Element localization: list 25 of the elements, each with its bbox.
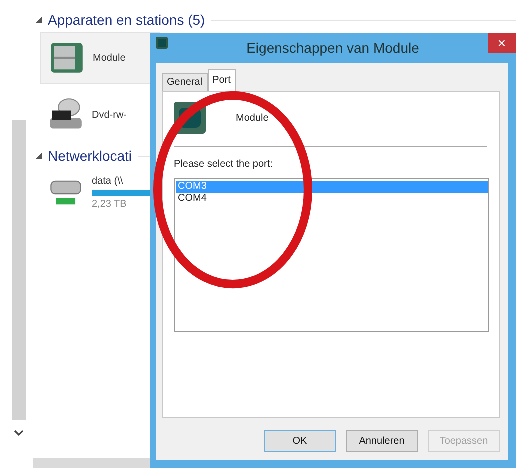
drive-size: 2,23 TB: [92, 199, 128, 210]
dialog-button[interactable]: OK: [264, 430, 336, 452]
window-title: Eigenschappen van Module: [246, 40, 420, 56]
device-name: Module: [236, 112, 269, 124]
section-header: Netwerklocati: [48, 148, 132, 164]
capacity-bar: [92, 190, 152, 196]
drive-item[interactable]: data (\\ 2,23 TB: [40, 168, 158, 218]
module-icon: [156, 37, 168, 49]
port-list[interactable]: COM3 COM4: [174, 178, 489, 332]
prompt-label: Please select the port:: [174, 159, 274, 170]
drive-name: data (\\: [92, 176, 124, 187]
collapse-triangle-icon[interactable]: [36, 153, 42, 159]
tab[interactable]: Port: [208, 69, 236, 91]
section-header: Apparaten en stations (5): [48, 12, 206, 28]
tab[interactable]: General: [162, 73, 208, 91]
module-icon: [49, 40, 85, 76]
close-button[interactable]: ×: [488, 33, 516, 53]
drive-name: Dvd-rw-: [92, 110, 127, 120]
drive-item[interactable]: Dvd-rw-: [40, 90, 158, 140]
chevron-down-icon[interactable]: [14, 430, 24, 436]
collapse-triangle-icon[interactable]: [36, 17, 42, 23]
port-item[interactable]: COM4: [176, 193, 488, 205]
drive-name: Module: [93, 52, 126, 64]
dialog-button[interactable]: Annuleren: [346, 430, 418, 452]
drive-item[interactable]: Module: [40, 32, 160, 84]
